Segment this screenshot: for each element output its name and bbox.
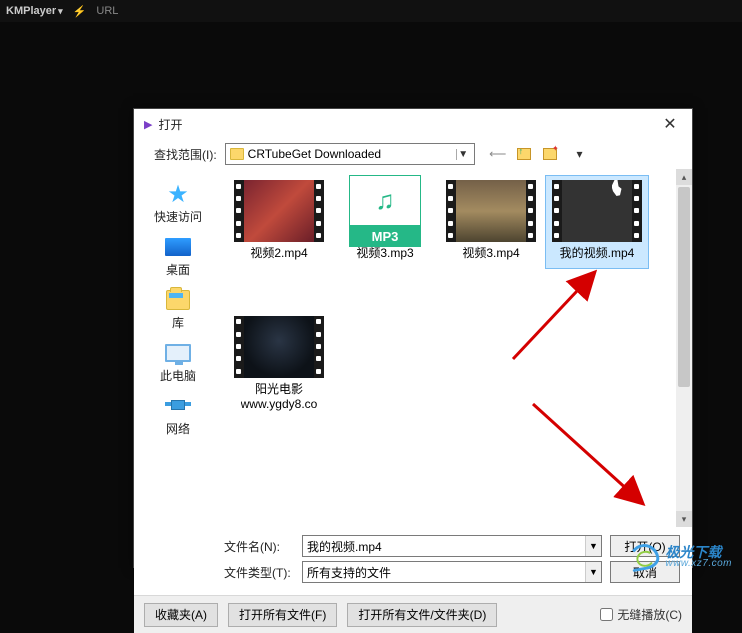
view-mode-icon[interactable]: ▾ <box>567 145 585 163</box>
watermark: 极光下载 www.xz7.com <box>629 544 732 570</box>
new-folder-icon[interactable] <box>541 145 559 163</box>
lookup-row: 查找范围(I): CRTubeGet Downloaded ▼ ⟵ ▾ <box>134 139 692 169</box>
dialog-titlebar: ▶ 打开 ✕ <box>134 109 692 139</box>
desktop-icon <box>165 238 191 256</box>
star-icon: ★ <box>167 180 189 209</box>
watermark-logo-icon <box>627 542 661 573</box>
file-item-sunshine[interactable]: 阳光电影 www.ygdy8.co <box>227 311 331 420</box>
sidebar-item-label: 网络 <box>166 420 190 437</box>
back-icon[interactable]: ⟵ <box>489 145 507 163</box>
open-file-dialog: ▶ 打开 ✕ 查找范围(I): CRTubeGet Downloaded ▼ ⟵… <box>133 108 693 568</box>
dialog-title: 打开 <box>158 116 658 133</box>
open-all-files-button[interactable]: 打开所有文件(F) <box>228 603 337 627</box>
sidebar-item-desktop[interactable]: 桌面 <box>134 230 222 281</box>
open-all-folders-button[interactable]: 打开所有文件/文件夹(D) <box>347 603 497 627</box>
filename-label: 文件名(N): <box>224 538 294 555</box>
filename-value: 我的视频.mp4 <box>307 538 382 555</box>
sidebar-item-quickaccess[interactable]: ★ 快速访问 <box>134 177 222 228</box>
folder-dropdown[interactable]: CRTubeGet Downloaded ▼ <box>225 143 475 165</box>
vertical-scrollbar[interactable]: ▴ ▾ <box>676 169 692 527</box>
dialog-footer: 收藏夹(A) 打开所有文件(F) 打开所有文件/文件夹(D) 无缝播放(C) <box>134 595 692 633</box>
lookup-label: 查找范围(I): <box>154 146 217 163</box>
file-item-video2[interactable]: 视频2.mp4 <box>227 175 331 269</box>
sidebar-item-label: 库 <box>172 314 184 331</box>
chevron-down-icon[interactable]: ▼ <box>585 562 601 582</box>
nav-icons: ⟵ ▾ <box>489 145 585 163</box>
lightning-icon[interactable]: ⚡ <box>73 5 87 18</box>
seamless-play-checkbox[interactable]: 无缝播放(C) <box>600 606 682 623</box>
library-icon <box>166 290 190 310</box>
file-name: 我的视频.mp4 <box>560 246 635 262</box>
play-icon: ▶ <box>144 118 152 131</box>
file-pane: 视频2.mp4 ♫ MP3 视频3.mp3 视频3.mp4 <box>222 169 692 527</box>
seamless-play-input[interactable] <box>600 608 613 621</box>
network-icon <box>165 396 191 416</box>
file-name: 视频2.mp4 <box>250 246 307 262</box>
folder-name: CRTubeGet Downloaded <box>248 147 452 161</box>
video-thumbnail-icon <box>234 316 324 378</box>
file-grid: 视频2.mp4 ♫ MP3 视频3.mp3 视频3.mp4 <box>227 175 657 420</box>
close-button[interactable]: ✕ <box>658 112 682 136</box>
file-item-audio3[interactable]: ♫ MP3 视频3.mp3 <box>333 175 437 269</box>
chevron-down-icon[interactable]: ▼ <box>456 149 470 160</box>
seamless-play-label: 无缝播放(C) <box>617 606 682 623</box>
sidebar-item-label: 桌面 <box>166 261 190 278</box>
places-sidebar: ★ 快速访问 桌面 库 此电脑 网络 <box>134 169 222 527</box>
sidebar-item-thispc[interactable]: 此电脑 <box>134 336 222 387</box>
favorites-button[interactable]: 收藏夹(A) <box>144 603 218 627</box>
file-name: 视频3.mp3 <box>356 246 413 262</box>
app-logo[interactable]: KMPlayer▾ <box>6 5 63 17</box>
file-name: 视频3.mp4 <box>462 246 519 262</box>
filetype-field[interactable]: 所有支持的文件 ▼ <box>302 561 602 583</box>
filetype-label: 文件类型(T): <box>224 564 294 581</box>
sidebar-item-libraries[interactable]: 库 <box>134 283 222 334</box>
filename-field[interactable]: 我的视频.mp4 ▼ <box>302 535 602 557</box>
url-label[interactable]: URL <box>96 5 118 17</box>
chevron-down-icon[interactable]: ▼ <box>585 536 601 556</box>
mp3-icon: ♫ MP3 <box>349 175 421 247</box>
sidebar-item-network[interactable]: 网络 <box>134 389 222 440</box>
file-item-myvideo[interactable]: 我的视频.mp4 <box>545 175 649 269</box>
video-thumbnail-icon <box>234 180 324 242</box>
pc-icon <box>165 344 191 362</box>
watermark-text-zh: 极光下载 <box>665 545 732 559</box>
video-thumbnail-icon <box>446 180 536 242</box>
sidebar-item-label: 快速访问 <box>154 208 202 225</box>
file-name: 阳光电影 www.ygdy8.co <box>241 382 318 413</box>
scroll-up-icon[interactable]: ▴ <box>676 169 692 185</box>
video-thumbnail-icon <box>552 180 642 242</box>
scroll-thumb[interactable] <box>678 187 690 387</box>
folder-icon <box>230 148 244 160</box>
scroll-down-icon[interactable]: ▾ <box>676 511 692 527</box>
file-item-video3[interactable]: 视频3.mp4 <box>439 175 543 269</box>
filetype-value: 所有支持的文件 <box>307 564 391 581</box>
sidebar-item-label: 此电脑 <box>160 367 196 384</box>
up-one-level-icon[interactable] <box>515 145 533 163</box>
bottom-inputs: 文件名(N): 我的视频.mp4 ▼ 打开(O) 文件类型(T): 所有支持的文… <box>134 527 692 595</box>
dialog-body: ★ 快速访问 桌面 库 此电脑 网络 <box>134 169 692 527</box>
watermark-text-en: www.xz7.com <box>665 559 732 569</box>
app-topbar: KMPlayer▾ ⚡ URL <box>0 0 742 22</box>
music-note-icon: ♫ <box>349 175 421 225</box>
